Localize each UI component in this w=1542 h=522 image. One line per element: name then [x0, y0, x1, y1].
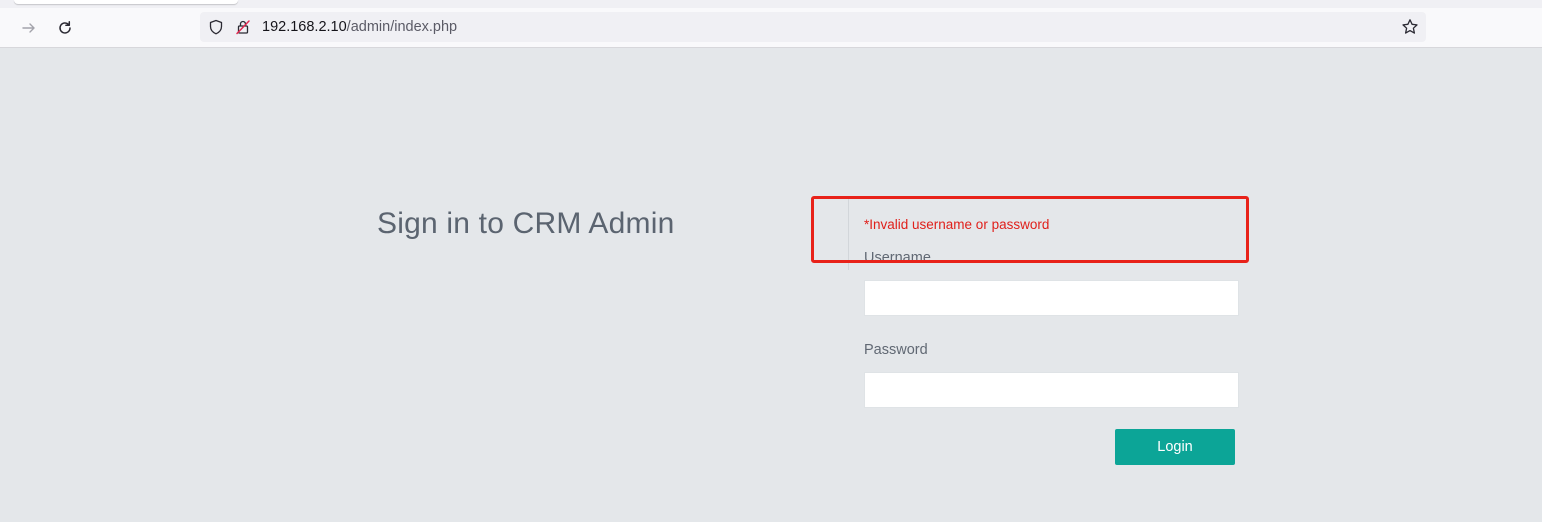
active-tab[interactable]: [14, 0, 238, 4]
username-input[interactable]: [864, 280, 1239, 316]
error-message: *Invalid username or password: [864, 217, 1050, 232]
address-bar[interactable]: 192.168.2.10/admin/index.php: [200, 12, 1426, 42]
login-button[interactable]: Login: [1115, 429, 1235, 465]
star-icon[interactable]: [1401, 18, 1419, 41]
browser-toolbar: 192.168.2.10/admin/index.php: [0, 8, 1542, 48]
username-label: Username: [864, 250, 931, 266]
reload-button[interactable]: [51, 14, 79, 42]
arrow-right-icon: [22, 23, 35, 33]
url-path: /admin/index.php: [346, 19, 458, 35]
password-input[interactable]: [864, 372, 1239, 408]
insecure-lock-icon[interactable]: [235, 19, 251, 40]
reload-icon: [59, 21, 71, 34]
tab-strip: [0, 0, 1542, 8]
form-divider: [848, 196, 849, 270]
url-text[interactable]: 192.168.2.10/admin/index.php: [262, 19, 457, 35]
forward-button[interactable]: [15, 14, 43, 42]
shield-icon[interactable]: [208, 19, 224, 40]
page-title: Sign in to CRM Admin: [377, 207, 675, 240]
password-label: Password: [864, 342, 928, 358]
url-host: 192.168.2.10: [262, 19, 347, 35]
